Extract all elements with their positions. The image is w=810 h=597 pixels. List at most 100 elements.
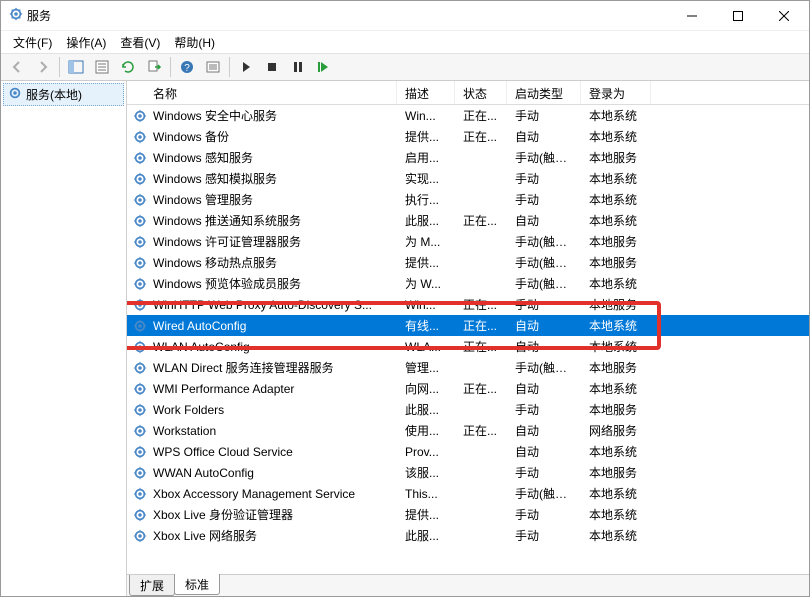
service-startup: 自动 [507,338,581,355]
service-startup: 手动(触发... [507,485,581,502]
service-row[interactable]: Windows 许可证管理器服务为 M...手动(触发...本地服务 [127,231,809,252]
tree-root-label: 服务(本地) [26,86,82,103]
refresh-button[interactable] [116,56,140,78]
export-button[interactable] [142,56,166,78]
gear-icon [131,130,149,144]
pause-button[interactable] [286,56,310,78]
service-row[interactable]: Windows 感知模拟服务实现...手动本地系统 [127,168,809,189]
service-name: WLAN Direct 服务连接管理器服务 [153,359,334,376]
service-logon: 本地系统 [581,191,651,208]
menu-help[interactable]: 帮助(H) [168,32,221,53]
service-row[interactable]: WMI Performance Adapter向网...正在...自动本地系统 [127,378,809,399]
service-desc: 实现... [397,170,455,187]
service-startup: 手动(触发... [507,359,581,376]
service-desc: 提供... [397,506,455,523]
app-icon [9,7,23,24]
service-row[interactable]: Wired AutoConfig有线...正在...自动本地系统 [127,315,809,336]
service-row[interactable]: Windows 安全中心服务Win...正在...手动本地系统 [127,105,809,126]
service-row[interactable]: Windows 推送通知系统服务此服...正在...自动本地系统 [127,210,809,231]
service-row[interactable]: WLAN Direct 服务连接管理器服务管理...手动(触发...本地服务 [127,357,809,378]
gear-icon [131,508,149,522]
column-header-startup[interactable]: 启动类型 [507,81,581,104]
service-logon: 本地系统 [581,443,651,460]
service-name: Windows 许可证管理器服务 [153,233,301,250]
service-row[interactable]: Windows 备份提供...正在...自动本地系统 [127,126,809,147]
service-name: Xbox Accessory Management Service [153,487,355,501]
title-bar: 服务 [1,1,809,31]
service-row[interactable]: Xbox Live 网络服务此服...手动本地系统 [127,525,809,546]
tab-extended[interactable]: 扩展 [129,575,175,596]
service-logon: 本地系统 [581,212,651,229]
menu-file[interactable]: 文件(F) [7,32,58,53]
service-logon: 本地服务 [581,254,651,271]
gear-icon [131,214,149,228]
service-name: Wired AutoConfig [153,319,246,333]
menu-action[interactable]: 操作(A) [60,32,112,53]
column-header-desc[interactable]: 描述 [397,81,455,104]
service-desc: Win... [397,109,455,123]
service-status: 正在... [455,296,507,313]
show-hide-tree-button[interactable] [64,56,88,78]
service-status: 正在... [455,128,507,145]
service-row[interactable]: WWAN AutoConfig该服...手动本地服务 [127,462,809,483]
service-row[interactable]: Work Folders此服...手动本地服务 [127,399,809,420]
help-button[interactable]: ? [175,56,199,78]
gear-icon [131,172,149,186]
service-row[interactable]: Windows 感知服务启用...手动(触发...本地服务 [127,147,809,168]
gear-icon [131,298,149,312]
service-status: 正在... [455,212,507,229]
menu-view[interactable]: 查看(V) [114,32,166,53]
service-name: Windows 安全中心服务 [153,107,277,124]
service-row[interactable]: Workstation使用...正在...自动网络服务 [127,420,809,441]
restart-button[interactable] [312,56,336,78]
details-button[interactable] [201,56,225,78]
service-row[interactable]: WLAN AutoConfigWLA...正在...自动本地系统 [127,336,809,357]
service-logon: 本地系统 [581,317,651,334]
properties-button[interactable] [90,56,114,78]
tab-standard[interactable]: 标准 [174,574,220,595]
forward-button[interactable] [31,56,55,78]
service-row[interactable]: Windows 移动热点服务提供...手动(触发...本地服务 [127,252,809,273]
menu-bar: 文件(F) 操作(A) 查看(V) 帮助(H) [1,31,809,53]
service-logon: 本地系统 [581,170,651,187]
service-startup: 手动 [507,170,581,187]
gear-icon [131,403,149,417]
gear-icon [131,193,149,207]
back-button[interactable] [5,56,29,78]
stop-button[interactable] [260,56,284,78]
service-startup: 手动 [507,107,581,124]
column-header-status[interactable]: 状态 [455,81,507,104]
maximize-button[interactable] [715,2,761,30]
service-row[interactable]: WPS Office Cloud ServiceProv...自动本地系统 [127,441,809,462]
services-grid[interactable]: Windows 安全中心服务Win...正在...手动本地系统Windows 备… [127,105,809,574]
service-desc: WLA... [397,340,455,354]
start-button[interactable] [234,56,258,78]
column-header-name[interactable]: 名称 [127,81,397,104]
gear-icon [131,445,149,459]
service-name: Workstation [153,424,216,438]
service-startup: 自动 [507,128,581,145]
service-row[interactable]: Windows 管理服务执行...手动本地系统 [127,189,809,210]
service-startup: 手动 [507,464,581,481]
service-row[interactable]: Xbox Accessory Management ServiceThis...… [127,483,809,504]
service-name: WPS Office Cloud Service [153,445,293,459]
tree-root-node[interactable]: 服务(本地) [3,83,124,106]
service-logon: 本地系统 [581,107,651,124]
gear-icon [131,382,149,396]
service-desc: 管理... [397,359,455,376]
service-row[interactable]: WinHTTP Web Proxy Auto-Discovery S...Win… [127,294,809,315]
service-desc: 执行... [397,191,455,208]
close-button[interactable] [761,2,807,30]
service-startup: 手动(触发... [507,233,581,250]
service-desc: 为 M... [397,233,455,250]
service-startup: 手动 [507,401,581,418]
column-header-logon[interactable]: 登录为 [581,81,651,104]
service-row[interactable]: Windows 预览体验成员服务为 W...手动(触发...本地系统 [127,273,809,294]
gear-icon [131,487,149,501]
minimize-button[interactable] [669,2,715,30]
service-startup: 自动 [507,317,581,334]
service-logon: 本地系统 [581,275,651,292]
gear-icon [131,361,149,375]
service-row[interactable]: Xbox Live 身份验证管理器提供...手动本地系统 [127,504,809,525]
service-startup: 自动 [507,422,581,439]
